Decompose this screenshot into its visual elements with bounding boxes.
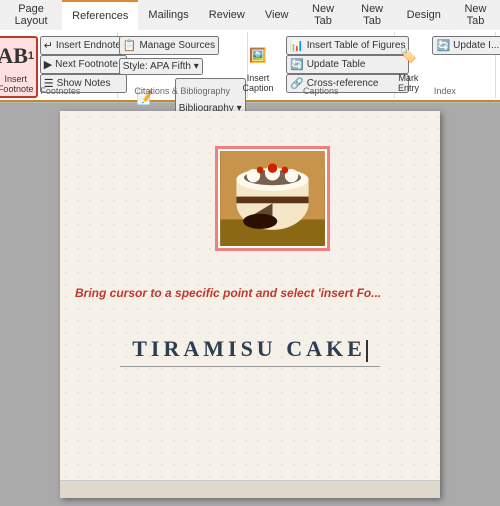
footnotes-group: AB 1 Insert Footnote ↵ Insert Endnote ▶ … (4, 32, 118, 98)
footnotes-group-label: Footnotes (4, 86, 117, 96)
tab-design[interactable]: Design (397, 0, 451, 30)
tab-new-tab-2[interactable]: New Tab (348, 0, 397, 30)
ribbon-tabs: Page Layout References Mailings Review V… (0, 0, 500, 30)
update-table-icon: 🔄 (290, 58, 304, 71)
cake-image (220, 151, 325, 246)
index-group-label: Index (395, 86, 495, 96)
ribbon-content: AB 1 Insert Footnote ↵ Insert Endnote ▶ … (0, 30, 500, 102)
captions-group: 🖼️ Insert Caption 📊 Insert Table of Figu… (248, 32, 395, 98)
next-footnote-button[interactable]: ▶ Next Footnote ▾ (40, 55, 127, 74)
cake-image-container[interactable] (215, 146, 330, 251)
document-area: Bring cursor to a specific point and sel… (0, 103, 500, 506)
update-index-button[interactable]: 🔄 Update I... (432, 36, 500, 55)
tab-mailings[interactable]: Mailings (138, 0, 198, 30)
tab-review[interactable]: Review (199, 0, 255, 30)
next-icon: ▶ (44, 58, 52, 71)
page-bottom-strip (60, 480, 440, 498)
tab-references[interactable]: References (62, 0, 138, 30)
update-index-icon: 🔄 (436, 39, 450, 52)
tab-new-tab-1[interactable]: New Tab (299, 0, 348, 30)
text-cursor (366, 340, 368, 362)
endnote-icon: ↵ (44, 39, 53, 52)
table-figures-icon: 📊 (290, 39, 304, 52)
manage-sources-icon: 📋 (123, 39, 137, 52)
citations-group: 📋 Manage Sources Style: APA Fifth ▾ 📝 In… (118, 32, 248, 98)
insert-caption-icon: 🖼️ (242, 39, 274, 71)
tab-view[interactable]: View (255, 0, 299, 30)
document-title[interactable]: TIRAMISU CAKE (120, 336, 380, 367)
insert-endnote-button[interactable]: ↵ Insert Endnote (40, 36, 127, 55)
index-group: 🏷️ Mark Entry 🔄 Update I... Index (395, 32, 496, 98)
instruction-text: Bring cursor to a specific point and sel… (75, 286, 430, 300)
citations-group-label: Citations & Bibliography (118, 86, 247, 96)
manage-sources-button[interactable]: 📋 Manage Sources (119, 36, 219, 55)
captions-group-label: Captions (248, 86, 394, 96)
tab-new-tab-3[interactable]: New Tab (451, 0, 500, 30)
index-small-buttons: 🔄 Update I... (432, 36, 500, 55)
insert-footnote-icon: AB 1 (0, 40, 32, 72)
ribbon: Page Layout References Mailings Review V… (0, 0, 500, 103)
tab-page-layout[interactable]: Page Layout (0, 0, 62, 30)
document-page[interactable]: Bring cursor to a specific point and sel… (60, 111, 440, 498)
style-button[interactable]: Style: APA Fifth ▾ (119, 58, 203, 75)
mark-entry-icon: 🏷️ (392, 39, 424, 71)
footnote-small-buttons: ↵ Insert Endnote ▶ Next Footnote ▾ ☰ Sho… (40, 36, 127, 93)
